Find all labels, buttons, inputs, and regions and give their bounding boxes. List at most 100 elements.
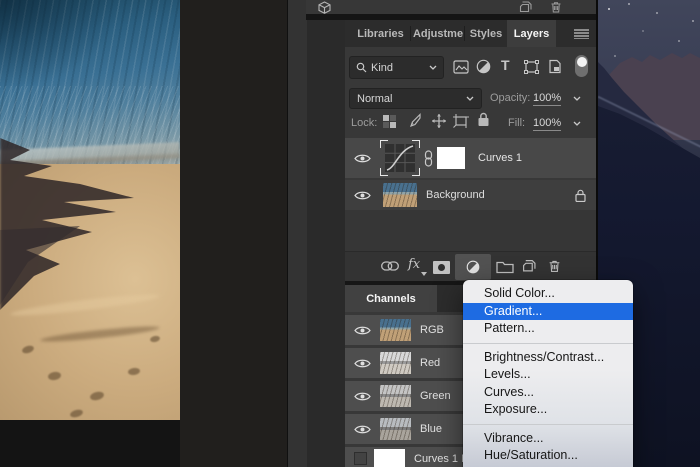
tab-adjustments-label: Adjustme (412, 27, 464, 40)
lock-artboard-icon[interactable] (453, 114, 469, 128)
layer-row-background[interactable]: Background (345, 180, 598, 210)
tab-styles-label: Styles (469, 27, 503, 40)
channel-name: Curves 1 M (414, 453, 471, 465)
tab-adjustments[interactable]: Adjustme (411, 20, 465, 47)
visibility-eye-icon[interactable] (354, 424, 371, 435)
filter-kind-label: Kind (371, 61, 394, 74)
new-group-folder-icon[interactable] (496, 260, 514, 274)
menu-item-curves[interactable]: Curves... (463, 384, 633, 402)
visibility-eye-icon[interactable] (354, 358, 371, 369)
channel-name: Blue (420, 423, 443, 435)
layers-panel: Kind T Normal Opacity: 100% Lock: Fill: … (345, 47, 598, 282)
trash-icon[interactable] (550, 1, 562, 13)
channel-name: RGB (420, 324, 444, 336)
fill-value[interactable]: 100% (533, 117, 562, 131)
lock-all-icon[interactable] (477, 112, 490, 127)
chevron-down-icon (466, 96, 474, 101)
tab-libraries-label: Libraries (357, 27, 404, 40)
visibility-eye-icon[interactable] (354, 153, 371, 164)
panel-menu-icon[interactable] (574, 29, 589, 39)
layer-style-fx-icon[interactable]: fx (408, 257, 420, 272)
curves-icon (385, 144, 415, 172)
channel-name: Green (420, 390, 451, 402)
lock-position-icon[interactable] (431, 113, 447, 129)
layer-name[interactable]: Background (426, 189, 485, 201)
filter-smart-objects-icon[interactable] (548, 59, 562, 74)
fill-chevron-icon[interactable] (573, 121, 581, 126)
canvas-pasteboard-bottom (0, 420, 180, 467)
link-mask-icon (424, 149, 433, 167)
layer-mask-thumbnail[interactable] (437, 147, 465, 169)
tab-libraries[interactable]: Libraries (349, 20, 412, 47)
opacity-label: Opacity: (490, 92, 531, 104)
add-mask-icon[interactable] (433, 261, 450, 274)
tab-styles[interactable]: Styles (465, 20, 507, 47)
layer-lock-icon (575, 189, 586, 202)
visibility-empty-box[interactable] (354, 452, 367, 465)
curves-thumbnail-selected[interactable] (380, 140, 420, 176)
filter-adjustment-layers-icon[interactable] (476, 59, 491, 74)
panel-dock-strip (287, 0, 308, 467)
visibility-eye-icon[interactable] (354, 325, 371, 336)
filter-toggle-knob (576, 56, 587, 67)
menu-item-hue-saturation[interactable]: Hue/Saturation... (463, 447, 633, 465)
adjustment-circle-icon (466, 260, 480, 274)
menu-item-vibrance[interactable]: Vibrance... (463, 430, 633, 448)
menu-separator (463, 423, 633, 425)
beach-photo-canvas[interactable] (0, 0, 180, 420)
layers-panel-footer: fx (345, 251, 598, 282)
new-layer-icon[interactable] (519, 1, 532, 13)
new-layer-icon[interactable] (522, 259, 536, 273)
blend-mode-value: Normal (357, 92, 393, 105)
menu-item-pattern[interactable]: Pattern... (463, 320, 633, 338)
fill-label: Fill: (508, 117, 526, 129)
channel-thumbnail (380, 385, 411, 407)
channel-name: Red (420, 357, 441, 369)
adjustment-layer-menu: Solid Color... Gradient... Pattern... Br… (463, 280, 633, 467)
filter-type-layers-icon[interactable]: T (501, 57, 510, 73)
link-layers-icon[interactable] (381, 261, 399, 271)
menu-item-levels[interactable]: Levels... (463, 366, 633, 384)
filter-kind-dropdown[interactable]: Kind (349, 56, 444, 79)
filter-shape-layers-icon[interactable] (524, 60, 539, 74)
tab-channels[interactable]: Channels (345, 285, 437, 312)
delete-layer-trash-icon[interactable] (548, 259, 561, 273)
blend-mode-dropdown[interactable]: Normal (349, 88, 482, 109)
channel-thumbnail (380, 352, 411, 374)
menu-item-brightness-contrast[interactable]: Brightness/Contrast... (463, 349, 633, 367)
photo-water-shading (0, 0, 120, 90)
search-icon (356, 62, 367, 73)
upper-panel-footer (306, 0, 598, 14)
layer-row-curves[interactable]: Curves 1 (345, 138, 598, 178)
tab-layers-label: Layers (513, 27, 550, 40)
lock-transparency-icon[interactable] (383, 115, 396, 128)
filter-pixel-layers-icon[interactable] (453, 60, 469, 74)
opacity-chevron-icon[interactable] (573, 96, 581, 101)
layers-empty-area (345, 210, 598, 251)
menu-item-exposure[interactable]: Exposure... (463, 401, 633, 419)
channel-thumbnail (374, 449, 405, 467)
fx-flyout-arrow-icon (421, 272, 427, 276)
3d-cube-icon[interactable] (317, 1, 332, 14)
menu-item-solid-color[interactable]: Solid Color... (463, 285, 633, 303)
tab-channels-label: Channels (366, 292, 416, 305)
opacity-value[interactable]: 100% (533, 92, 562, 106)
channel-thumbnail (380, 319, 411, 341)
visibility-eye-icon[interactable] (354, 190, 371, 201)
filter-toggle[interactable] (575, 55, 588, 77)
canvas-pasteboard (180, 0, 287, 467)
panel-dock-margin (307, 0, 345, 467)
new-adjustment-layer-button-active[interactable] (455, 254, 491, 280)
visibility-eye-icon[interactable] (354, 391, 371, 402)
background-thumbnail[interactable] (383, 183, 417, 207)
tab-layers[interactable]: Layers (507, 20, 556, 47)
menu-item-gradient-highlighted[interactable]: Gradient... (463, 302, 633, 320)
layers-panel-tabbar: Libraries Adjustme Styles Layers (345, 20, 598, 47)
photoshop-screen: Libraries Adjustme Styles Layers Kind T (0, 0, 700, 467)
lock-pixels-icon[interactable] (407, 113, 422, 128)
chevron-down-icon (429, 65, 437, 70)
channel-thumbnail (380, 418, 411, 440)
lock-label: Lock: (351, 117, 378, 129)
layer-name[interactable]: Curves 1 (478, 152, 522, 164)
menu-separator (463, 342, 633, 344)
